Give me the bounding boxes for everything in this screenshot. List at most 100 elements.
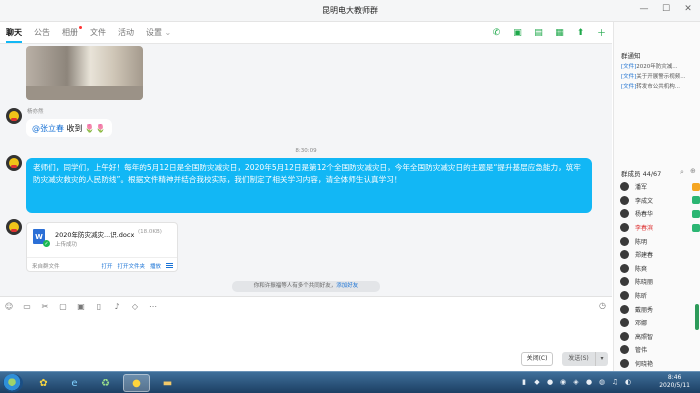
qq-app-icon[interactable]: ● xyxy=(123,374,150,392)
member-row[interactable]: 管伟 xyxy=(620,343,700,357)
notice-text: 关于开展警示视频... xyxy=(636,74,686,80)
tabs: 聊天 公告 相册 文件 活动 设置 ⌄ xyxy=(6,26,171,43)
member-row[interactable]: 郑建春 xyxy=(620,248,700,262)
shake-icon[interactable]: ◇ xyxy=(130,301,140,311)
close-icon[interactable]: ✕ xyxy=(682,3,694,15)
members-title: 群成员 44/67 xyxy=(621,170,662,178)
shared-photo[interactable] xyxy=(26,46,143,100)
browser-icon[interactable]: e xyxy=(61,374,88,392)
red-packet-icon[interactable]: ▯ xyxy=(94,301,104,311)
member-row[interactable]: 李春滨 xyxy=(620,221,700,235)
chat-messages[interactable]: 杨亦然 @张立春 收到 🌷🌷 8:30:09 老师们，同学们，上午好！每年的5月1… xyxy=(0,44,612,296)
chevron-down-icon: ⌄ xyxy=(164,28,172,37)
mention-link[interactable]: @张立春 xyxy=(32,124,64,133)
recycle-icon[interactable]: ♻ xyxy=(92,374,119,392)
upload-icon[interactable]: ⬆ xyxy=(574,26,587,39)
flower-emoji: 🌷🌷 xyxy=(84,124,107,133)
start-button[interactable] xyxy=(3,374,23,392)
avatar xyxy=(620,209,629,219)
member-row[interactable]: 陈明 xyxy=(620,234,700,248)
network-icon[interactable]: ▮ xyxy=(520,377,528,387)
tab-announcements[interactable]: 公告 xyxy=(34,27,50,38)
avatar xyxy=(620,236,629,246)
folder-icon[interactable]: ▬ xyxy=(154,374,181,392)
open-folder-link[interactable]: 打开文件夹 xyxy=(117,262,145,270)
system-tray: ▮ ◆ ● ◉ ◈ ● ◍ ♫ ◐ xyxy=(520,377,632,387)
tab-activities[interactable]: 活动 xyxy=(118,27,134,38)
member-row[interactable]: 何晓艳 xyxy=(620,357,700,371)
play-link[interactable]: 播放 xyxy=(150,262,161,270)
chat-tray-icon[interactable]: ◍ xyxy=(598,377,606,387)
gif-icon[interactable]: ▭ xyxy=(22,301,32,311)
member-name: 杨春华 xyxy=(635,211,654,219)
tab-chat[interactable]: 聊天 xyxy=(6,27,22,43)
notice-text: 转发市公共机构... xyxy=(636,84,681,90)
homework-icon[interactable]: ▦ xyxy=(553,26,566,39)
avatar xyxy=(620,345,629,355)
self-avatar[interactable] xyxy=(6,155,22,171)
member-row[interactable]: 杨春华 xyxy=(620,207,700,221)
add-member-icon[interactable]: ⊕ xyxy=(690,167,696,175)
scissors-icon[interactable]: ✂ xyxy=(40,301,50,311)
tray-app-icon[interactable]: ◆ xyxy=(533,377,541,387)
announcement-message: 老师们，同学们，上午好！每年的5月12日是全国防灾减灾日，2020年5月12日是… xyxy=(26,158,592,213)
file-card[interactable]: W ✓ 2020年防灾减灾...识.docx (18.0KB) 上传成功 来自群… xyxy=(26,222,178,272)
folder-icon[interactable]: ▢ xyxy=(58,301,68,311)
member-row[interactable]: 高照智 xyxy=(620,330,700,344)
member-row[interactable]: 陈晓丽 xyxy=(620,275,700,289)
video-icon[interactable]: ▣ xyxy=(511,26,524,39)
maximize-icon[interactable]: ☐ xyxy=(660,3,672,15)
taskbar: ✿ e ♻ ● ▬ ▮ ◆ ● ◉ ◈ ● ◍ ♫ ◐ 8:46 2020/5/… xyxy=(0,371,700,393)
member-row[interactable]: 陈爽 xyxy=(620,262,700,276)
notice-item[interactable]: [文件]关于开展警示视频... xyxy=(621,72,699,80)
member-row[interactable]: 潘军 xyxy=(620,180,700,194)
shield-icon[interactable]: ◈ xyxy=(572,377,580,387)
volume-icon[interactable]: ♫ xyxy=(611,377,619,387)
open-file-link[interactable]: 打开 xyxy=(101,262,112,270)
app-launcher-icon[interactable]: ✿ xyxy=(30,374,57,392)
add-icon[interactable]: ＋ xyxy=(595,26,608,39)
screen-share-icon[interactable]: ▤ xyxy=(532,26,545,39)
more-icon[interactable]: ⋯ xyxy=(148,301,158,311)
tray-app-icon[interactable]: ◐ xyxy=(624,377,632,387)
add-friend-link[interactable]: 添加好友 xyxy=(336,283,358,289)
member-name: 高照智 xyxy=(635,333,654,341)
system-tip: 你和许振福等人有多个共同好友，添加好友 xyxy=(232,281,380,292)
send-button[interactable]: 发送(S) ▾ xyxy=(562,352,608,366)
member-row[interactable]: 邓娜 xyxy=(620,316,700,330)
close-button[interactable]: 关闭(C) xyxy=(521,352,553,366)
tray-app-icon[interactable]: ◉ xyxy=(559,377,567,387)
member-row[interactable]: 陈昕 xyxy=(620,289,700,303)
member-list-scrollbar[interactable] xyxy=(695,304,699,330)
member-name: 邓娜 xyxy=(635,320,648,328)
unread-dot xyxy=(79,26,82,29)
phone-icon[interactable]: ✆ xyxy=(490,26,503,39)
member-row[interactable]: 戴丽秀 xyxy=(620,302,700,316)
system-clock[interactable]: 8:46 2020/5/11 xyxy=(659,374,690,390)
member-name: 陈明 xyxy=(635,238,648,246)
avatar xyxy=(620,263,629,273)
member-row[interactable]: 李成文 xyxy=(620,194,700,208)
minimize-icon[interactable]: — xyxy=(638,3,650,15)
sender-avatar[interactable] xyxy=(6,108,22,124)
qq-tray-icon[interactable]: ● xyxy=(585,377,593,387)
tab-album[interactable]: 相册 xyxy=(62,26,82,38)
voice-icon[interactable]: ♪ xyxy=(112,301,122,311)
emoji-icon[interactable]: ☺ xyxy=(4,301,14,311)
member-name: 郑建春 xyxy=(635,252,654,260)
member-search-icon[interactable]: ⌕ xyxy=(680,168,684,177)
clock-icon[interactable]: ◷ xyxy=(599,301,606,310)
input-toolbar: ☺ ▭ ✂ ▢ ▣ ▯ ♪ ◇ ⋯ ◷ xyxy=(0,296,612,314)
message-timestamp: 8:30:09 xyxy=(295,148,317,154)
member-name: 李春滨 xyxy=(635,225,654,233)
menu-icon[interactable] xyxy=(166,263,173,268)
tab-album-label: 相册 xyxy=(62,28,78,37)
notice-item[interactable]: [文件]2020年防灾减... xyxy=(621,62,699,70)
tray-app-icon[interactable]: ● xyxy=(546,377,554,387)
image-icon[interactable]: ▣ xyxy=(76,301,86,311)
tab-settings[interactable]: 设置 ⌄ xyxy=(146,27,171,38)
chevron-down-icon[interactable]: ▾ xyxy=(595,352,608,366)
notice-item[interactable]: [文件]转发市公共机构... xyxy=(621,82,699,90)
tab-files[interactable]: 文件 xyxy=(90,27,106,38)
self-avatar-file[interactable] xyxy=(6,219,22,235)
